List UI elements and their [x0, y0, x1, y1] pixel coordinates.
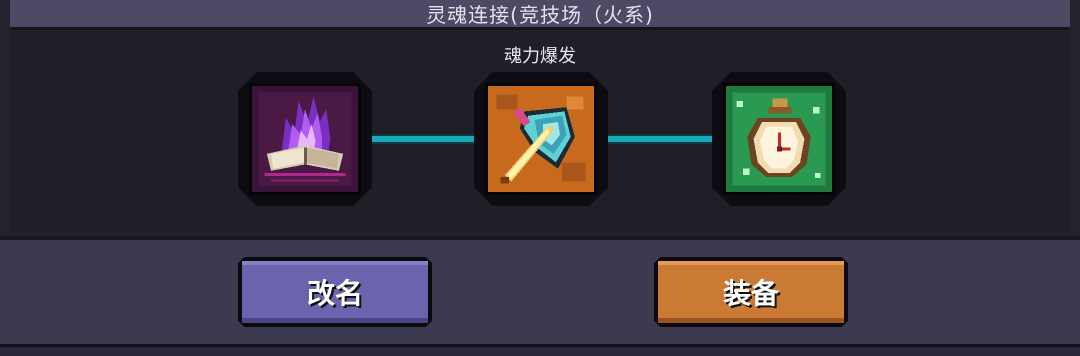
action-bar: [0, 236, 1080, 344]
purple-flame-book-icon: [249, 83, 361, 195]
skill-slot-3[interactable]: [712, 72, 846, 206]
active-skill-label: 魂力爆发: [504, 46, 576, 67]
page-title-bar: 灵魂连接(竞技场（火系): [10, 0, 1070, 30]
equip-button-label: 装备: [722, 277, 779, 310]
skill-connector-1: [370, 136, 484, 142]
skill-connector-2: [606, 136, 720, 142]
equip-button[interactable]: 装备: [654, 257, 848, 327]
skill-slot-1[interactable]: [238, 72, 372, 206]
clock-potion-icon: [723, 83, 835, 195]
skill-slot-2[interactable]: [474, 72, 608, 206]
rename-button-label: 改名: [306, 277, 363, 310]
rename-button[interactable]: 改名: [238, 257, 432, 327]
bottom-divider: [0, 344, 1080, 356]
crystal-shield-sword-icon: [485, 83, 597, 195]
page-title: 灵魂连接(竞技场（火系): [426, 3, 654, 27]
